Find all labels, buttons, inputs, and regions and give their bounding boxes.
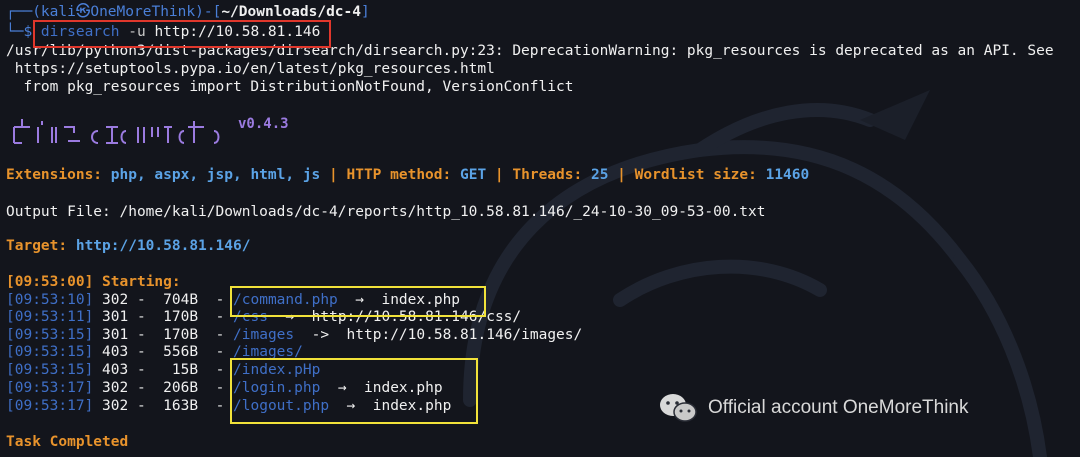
warning-line-3: from pkg_resources import DistributionNo… — [6, 79, 574, 95]
starting-line: [09:53:00] Starting: — [6, 274, 181, 290]
threads-label: Threads: — [512, 167, 583, 183]
prompt-path: ~/Downloads/dc-4 — [221, 4, 361, 20]
result-row: [09:53:15] 301 - 170B - /images -> http:… — [6, 327, 583, 343]
output-file-line: Output File: /home/kali/Downloads/dc-4/r… — [6, 204, 766, 220]
result-highlight-box-login — [230, 358, 478, 424]
target-label: Target: — [6, 238, 68, 254]
config-line: Extensions: php, aspx, jsp, html, js | H… — [6, 167, 810, 183]
method-label: HTTP method: — [346, 167, 452, 183]
prompt-user-host: (kali㉿OneMoreThink) — [32, 4, 204, 20]
threads-value: 25 — [590, 167, 609, 183]
prompt-header: ┌──(kali㉿OneMoreThink)-[~/Downloads/dc-4… — [6, 4, 370, 20]
target-line: Target: http://10.58.81.146/ — [6, 237, 250, 255]
task-completed-line: Task Completed — [6, 434, 129, 450]
extensions-value: php, aspx, jsp, html, js — [110, 167, 321, 183]
extensions-label: Extensions: — [6, 167, 103, 183]
wordlist-label: Wordlist size: — [634, 167, 757, 183]
warning-line-2: https://setuptools.pypa.io/en/latest/pkg… — [6, 61, 495, 77]
wordlist-value: 11460 — [765, 167, 810, 183]
wechat-icon — [660, 394, 697, 422]
result-highlight-box-command — [230, 286, 486, 317]
command-highlight-box — [33, 20, 331, 48]
method-value: GET — [459, 167, 487, 183]
target-value: http://10.58.81.146/ — [75, 238, 251, 254]
dirsearch-banner-logo: v0.4.3 — [13, 116, 289, 144]
watermark: Official account OneMoreThink — [658, 392, 969, 424]
dirsearch-version: v0.4.3 — [238, 116, 289, 132]
watermark-text: Official account OneMoreThink — [708, 397, 969, 418]
